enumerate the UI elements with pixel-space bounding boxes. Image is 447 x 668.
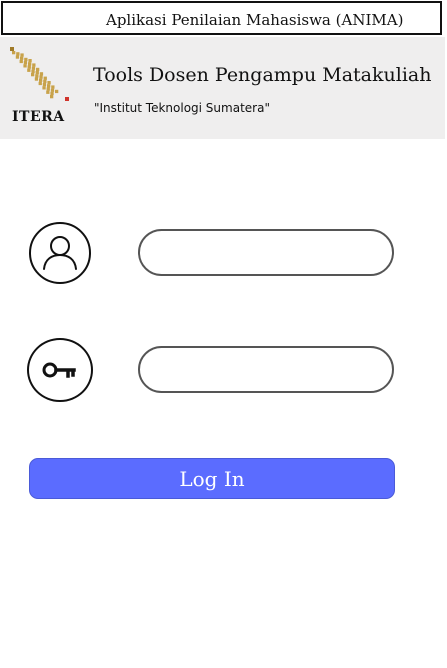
login-button[interactable]: Log In (29, 458, 395, 499)
window-title: Aplikasi Penilaian Mahasiswa (ANIMA) (106, 11, 404, 29)
page-subtitle: "Institut Teknologi Sumatera" (94, 101, 270, 115)
page-title: Tools Dosen Pengampu Matakuliah (93, 64, 432, 86)
user-icon (29, 222, 91, 284)
key-icon (27, 338, 93, 402)
app-header: ITERA Tools Dosen Pengampu Matakuliah "I… (0, 37, 445, 139)
password-field[interactable] (138, 346, 394, 393)
sumatera-map-icon (10, 47, 69, 101)
username-field[interactable] (138, 229, 394, 276)
itera-logo: ITERA (8, 45, 74, 125)
logo-text: ITERA (12, 109, 65, 125)
window-titlebar: Aplikasi Penilaian Mahasiswa (ANIMA) (1, 1, 442, 35)
